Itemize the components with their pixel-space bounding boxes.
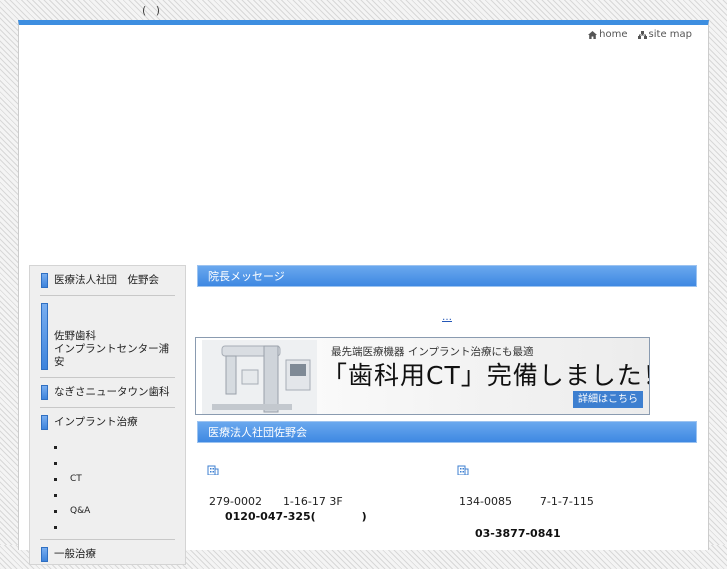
message-heading: 院長メッセージ bbox=[197, 265, 697, 287]
clinic-phone: 03-3877-0841 bbox=[475, 527, 561, 540]
sidebar-bullet-icon bbox=[41, 273, 48, 288]
banner-title: 「歯科用CT」完備しました！ bbox=[322, 361, 650, 390]
sidebar-item-nagisa[interactable]: なぎさニュータウン歯科 bbox=[40, 378, 175, 408]
submenu-item[interactable] bbox=[54, 455, 175, 471]
submenu-item[interactable] bbox=[54, 519, 175, 535]
sidebar-bullet-icon bbox=[41, 415, 48, 430]
page-container: home site map 医療法人社団 佐野会 佐野歯科 インプラントセンター… bbox=[18, 20, 709, 565]
sidebar-item-general[interactable]: 一般治療 bbox=[40, 540, 175, 569]
home-link-label: home bbox=[599, 29, 628, 40]
sidebar-item-label: なぎさニュータウン歯科 bbox=[54, 386, 170, 398]
sidebar-item-sanokai[interactable]: 医療法人社団 佐野会 bbox=[40, 266, 175, 296]
message-link[interactable]: … bbox=[426, 312, 468, 323]
sidebar-submenu: CT Q&A bbox=[40, 437, 175, 540]
clinic-phone: 0120-047-325( ) bbox=[225, 510, 367, 523]
sidebar-item-label: インプラント治療 bbox=[54, 416, 138, 428]
submenu-item[interactable]: CT bbox=[54, 471, 175, 487]
home-icon bbox=[588, 30, 598, 39]
group-heading: 医療法人社団佐野会 bbox=[197, 421, 697, 443]
sidebar-bullet-icon bbox=[41, 303, 48, 370]
submenu-item[interactable] bbox=[54, 439, 175, 455]
sitemap-icon bbox=[637, 30, 647, 39]
main-content: 院長メッセージ … 最先端医療機器 インプラント治療にも最適 「歯科用CT」完備… bbox=[195, 265, 697, 540]
message-link-row: … bbox=[197, 287, 697, 337]
submenu-item[interactable]: Q&A bbox=[54, 503, 175, 519]
clinic-columns: 279-0002 1-16-17 3F 0120-047-325( ) 134-… bbox=[197, 455, 697, 540]
sidebar: 医療法人社団 佐野会 佐野歯科 インプラントセンター浦安 なぎさニュータウン歯科… bbox=[29, 265, 186, 565]
building-icon bbox=[207, 465, 219, 475]
sidebar-item-label: 佐野歯科 インプラントセンター浦安 bbox=[54, 330, 170, 368]
home-link[interactable]: home bbox=[588, 29, 628, 40]
clinic-card: 279-0002 1-16-17 3F 0120-047-325( ) bbox=[197, 455, 447, 535]
sidebar-item-implant[interactable]: インプラント治療 bbox=[40, 408, 175, 437]
sidebar-bullet-icon bbox=[41, 547, 48, 562]
submenu-item[interactable] bbox=[54, 487, 175, 503]
building-icon bbox=[457, 465, 469, 475]
clinic-address: 279-0002 1-16-17 3F bbox=[209, 495, 343, 508]
top-line: ( ) bbox=[0, 0, 727, 20]
ct-banner[interactable]: 最先端医療機器 インプラント治療にも最適 「歯科用CT」完備しました！ 詳細はこ… bbox=[195, 337, 650, 415]
sidebar-item-sano-dental[interactable]: 佐野歯科 インプラントセンター浦安 bbox=[40, 296, 175, 378]
utility-nav: home site map bbox=[588, 29, 692, 40]
sidebar-item-label: 医療法人社団 佐野会 bbox=[54, 274, 159, 286]
sitemap-link[interactable]: site map bbox=[637, 29, 692, 40]
banner-details-button[interactable]: 詳細はこちら bbox=[573, 391, 643, 408]
sidebar-bullet-icon bbox=[41, 385, 48, 400]
site-tagline: ( ) bbox=[142, 4, 164, 17]
clinic-address: 134-0085 7-1-7-115 bbox=[459, 495, 594, 508]
clinic-card: 134-0085 7-1-7-115 03-3877-0841 bbox=[447, 455, 697, 540]
sitemap-link-label: site map bbox=[648, 29, 692, 40]
sidebar-item-label: 一般治療 bbox=[54, 548, 96, 560]
ct-machine-image bbox=[202, 340, 317, 414]
